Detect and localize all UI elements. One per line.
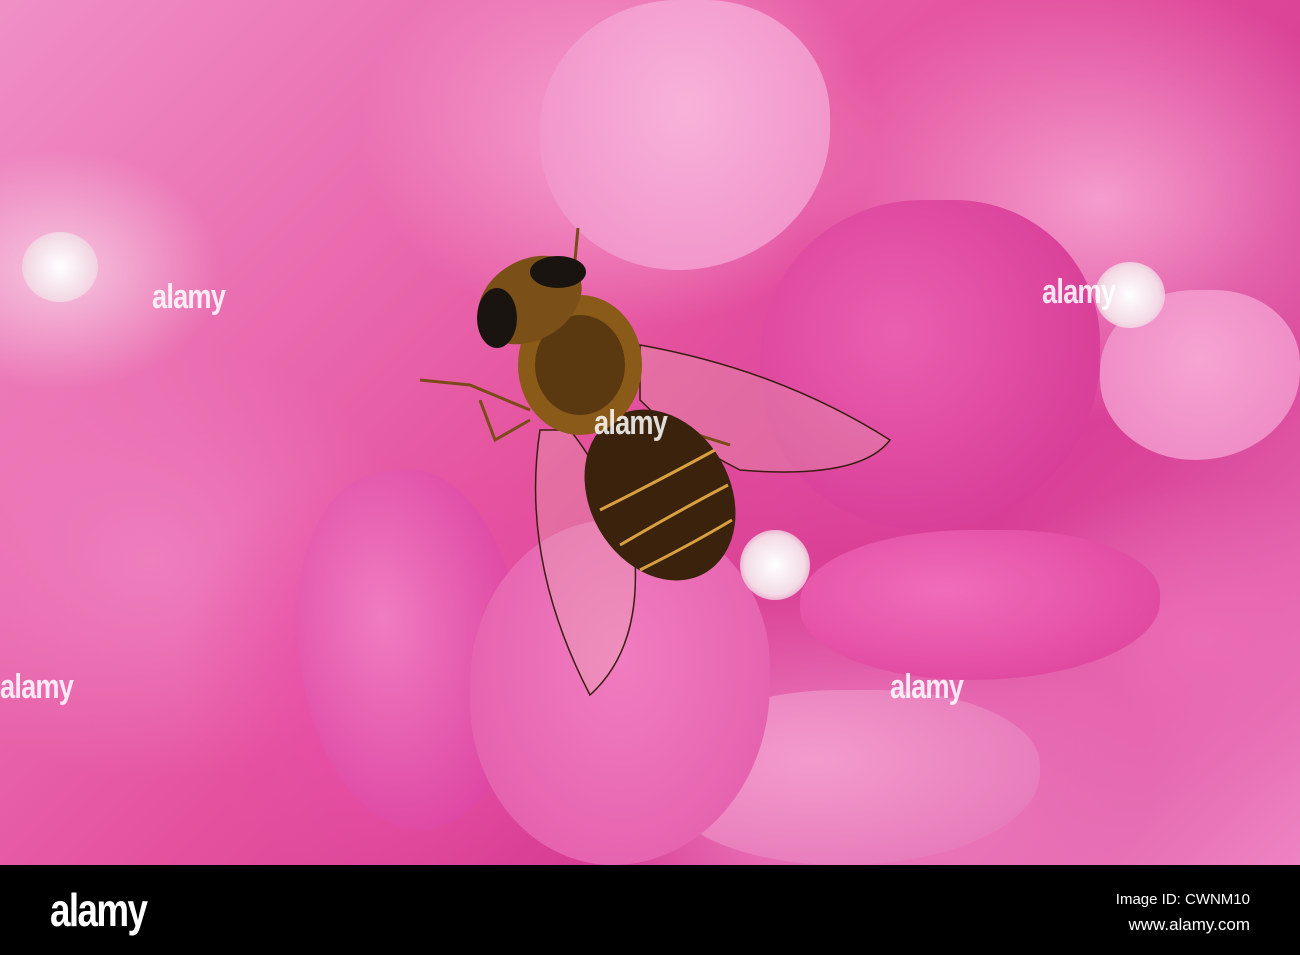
website-link[interactable]: www.alamy.com <box>1128 915 1250 935</box>
footer-bar: alamy Image ID: CWNM10 www.alamy.com <box>0 865 1300 955</box>
image-id: Image ID: CWNM10 <box>1115 891 1250 908</box>
stock-photo: alamy alamy alamy alamy alamy <box>0 0 1300 865</box>
watermark: alamy <box>1042 273 1116 311</box>
eye <box>530 256 586 288</box>
watermark: alamy <box>890 668 964 706</box>
watermark: alamy <box>0 668 74 706</box>
watermark: alamy <box>152 278 226 316</box>
watermark: alamy <box>594 404 668 442</box>
alamy-logo: alamy <box>50 884 148 936</box>
eye <box>477 288 517 348</box>
